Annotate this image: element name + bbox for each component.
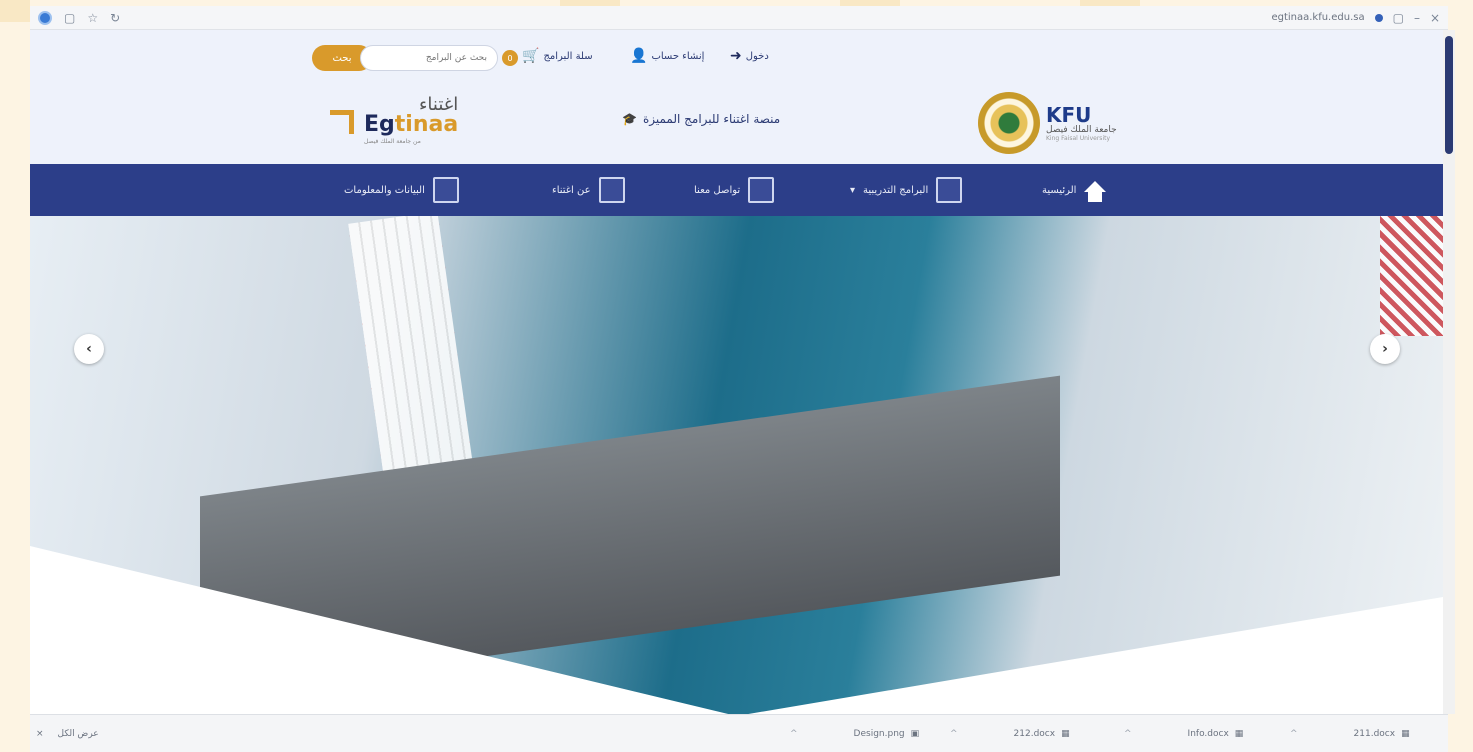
nav-item-label: الرئيسية [1042,184,1077,196]
kfu-dot-icon[interactable] [38,10,52,25]
carousel-next-button[interactable]: › [1370,334,1400,364]
cart-count-badge: 0 [502,50,518,66]
hero-carousel: ‹ › [30,216,1443,714]
kfu-wordmark: KFU جامعة الملك فيصل King Faisal Univers… [1046,104,1117,142]
branding-row: اغتناء Egtinaa من جامعة الملك فيصل منصة … [30,86,1443,164]
egtinaa-en-suffix: tinaa [394,112,459,137]
file-word-icon: ▦ [1401,728,1410,739]
chevron-down-icon: ▾ [850,184,856,196]
download-filename: 212.docx [1013,728,1056,739]
carousel-prev-button[interactable]: ‹ [74,334,104,364]
home-icon [1084,180,1107,202]
nav-item-label: تواصل معنا [694,184,741,196]
download-filename: Design.png [853,728,905,739]
kfu-english: KFU [1046,102,1092,127]
about-icon [598,177,625,203]
download-item[interactable]: ^ 211.docx ▦ [1290,729,1410,739]
downloads-left: × عرض الكل [36,729,99,739]
register-link[interactable]: إنشاء حساب 👤 [630,48,704,64]
download-chevron-icon: ^ [790,728,798,739]
download-chevron-icon: ^ [1124,728,1132,739]
egtinaa-logo[interactable]: اغتناء Egtinaa من جامعة الملك فيصل [330,96,458,145]
main-navigation: الرئيسية البرامج التدريبية ▾ تواصل معنا … [30,164,1443,216]
minimize-icon[interactable]: – [1414,11,1420,25]
download-filename: 211.docx [1353,728,1396,739]
web-page: بحث 0 سلة البرامج 🛒 إنشاء حساب 👤 دخول ➜ … [30,30,1443,714]
kfu-seal-icon [978,92,1040,154]
nav-item-contact[interactable]: تواصل معنا [694,176,775,204]
egtinaa-en-prefix: Eg [364,112,395,137]
file-word-icon: ▦ [1234,728,1244,739]
app-frame: ▢ ☆ ↻ egtinaa.kfu.edu.sa ▢ – × بحث 0 سلة… [0,0,1473,752]
browser-toolbar: ▢ ☆ ↻ egtinaa.kfu.edu.sa ▢ – × [30,6,1448,30]
scrollbar-thumb[interactable] [1445,36,1453,154]
cart-link[interactable]: سلة البرامج 🛒 [522,48,593,64]
download-item[interactable]: ^ 212.docx ▦ [950,729,1070,739]
login-link[interactable]: دخول ➜ [730,48,769,64]
platform-title-text: منصة اغتناء للبرامج المميزة [642,112,781,126]
profile-icon[interactable] [1374,13,1383,22]
hero-image-headscarf [1380,216,1443,336]
downloads-bar: × عرض الكل ^ Design.png ▣ ^ 212.docx ▦ ^… [30,714,1448,752]
file-word-icon: ▦ [1061,728,1070,739]
nav-item-programs[interactable]: البرامج التدريبية ▾ [850,176,963,204]
browser-toolbar-right: egtinaa.kfu.edu.sa ▢ – × [1271,11,1440,25]
close-icon[interactable]: × [1430,11,1440,25]
star-icon[interactable]: ☆ [87,11,98,25]
cart-icon: 🛒 [522,48,540,64]
egtinaa-wordmark: اغتناء Egtinaa من جامعة الملك فيصل [364,96,458,145]
platform-title: منصة اغتناء للبرامج المميزة 🎓 [622,112,780,126]
login-icon: ➜ [730,48,742,64]
tab-icon[interactable]: ▢ [64,11,75,25]
nav-item-label: عن اغتناء [552,184,591,196]
close-downloads-icon[interactable]: × [36,729,44,739]
register-label: إنشاء حساب [651,50,705,62]
show-all-downloads-link[interactable]: عرض الكل [58,729,99,739]
page-scrollbar[interactable] [1443,30,1455,714]
download-item[interactable]: ^ Design.png ▣ [790,729,919,739]
download-filename: Info.docx [1187,728,1229,739]
nav-item-label: البرامج التدريبية [863,184,929,196]
programs-icon [936,177,963,203]
refresh-icon[interactable]: ↻ [110,11,120,25]
search-input[interactable] [360,45,498,71]
watermark-bar [0,0,30,22]
extensions-icon[interactable]: ▢ [1393,11,1404,25]
data-icon [432,177,459,203]
user-icon: 👤 [630,48,648,64]
egtinaa-english: Egtinaa [364,114,458,136]
download-item[interactable]: ^ Info.docx ▦ [1124,729,1243,739]
file-image-icon: ▣ [910,728,920,739]
egtinaa-mark-icon [330,106,356,136]
contact-icon [748,177,775,203]
graduation-cap-icon: 🎓 [622,112,637,126]
nav-item-home[interactable]: الرئيسية [1042,176,1107,204]
nav-item-about[interactable]: عن اغتناء [552,176,625,204]
login-label: دخول [745,50,769,62]
download-chevron-icon: ^ [1290,728,1298,739]
address-bar[interactable]: egtinaa.kfu.edu.sa [1271,12,1364,23]
nav-item-data[interactable]: البيانات والمعلومات [344,176,459,204]
cart-label: سلة البرامج [543,50,593,62]
nav-item-label: البيانات والمعلومات [344,184,425,196]
egtinaa-subtitle: من جامعة الملك فيصل [364,138,421,145]
kfu-logo[interactable]: KFU جامعة الملك فيصل King Faisal Univers… [978,92,1117,154]
utility-bar: بحث 0 سلة البرامج 🛒 إنشاء حساب 👤 دخول ➜ [30,30,1443,86]
browser-toolbar-left: ▢ ☆ ↻ [38,10,120,25]
kfu-english-name: King Faisal University [1046,134,1111,142]
download-chevron-icon: ^ [950,728,958,739]
